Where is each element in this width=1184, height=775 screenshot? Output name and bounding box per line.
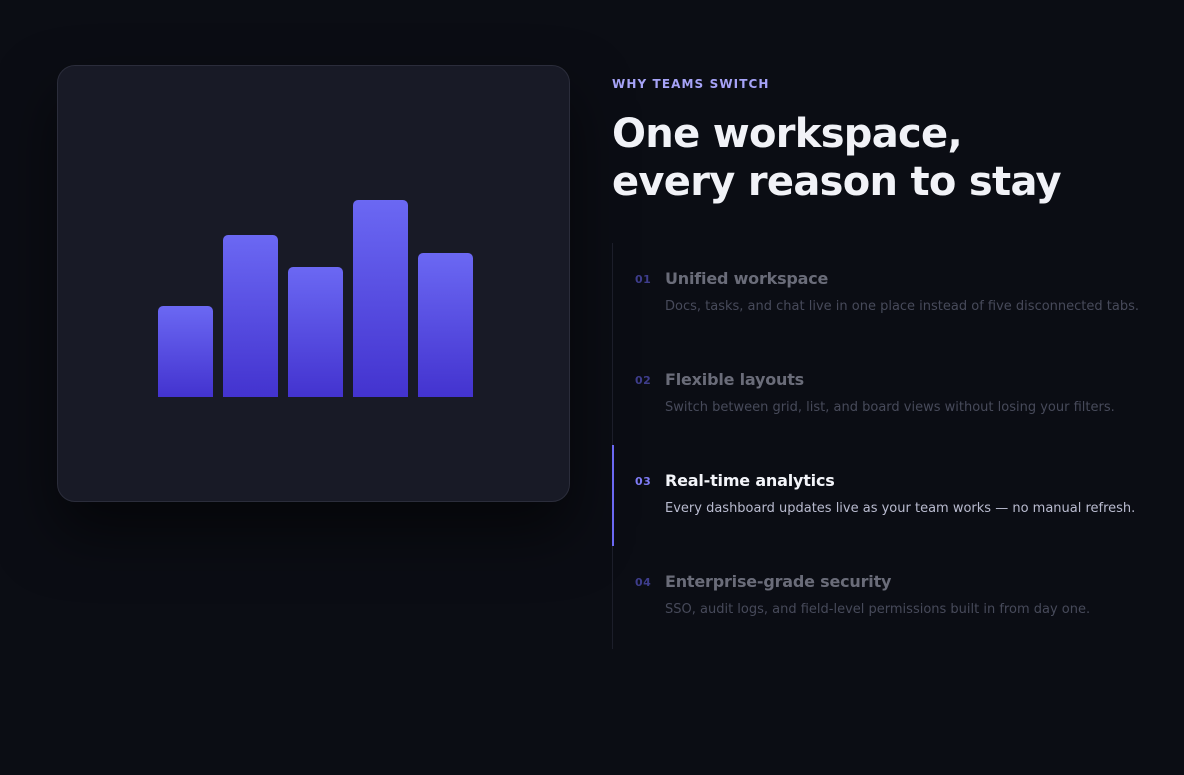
feature-description: Every dashboard updates live as your tea… [665, 501, 1136, 516]
feature-description: Switch between grid, list, and board vie… [665, 400, 1115, 415]
feature-number: 02 [635, 374, 652, 387]
illustration-bar [158, 306, 213, 397]
feature-list: 01 Unified workspace Docs, tasks, and ch… [612, 243, 1173, 649]
feature-number: 03 [635, 475, 652, 488]
feature-number: 01 [635, 273, 652, 286]
headline-line-1: One workspace, [612, 111, 963, 157]
page: WHY TEAMS SWITCH One workspace, every re… [0, 0, 1184, 775]
feature-item-enterprise-security[interactable]: 04 Enterprise-grade security SSO, audit … [613, 546, 1173, 647]
bar-chart-illustration [158, 200, 474, 397]
feature-item-real-time-analytics[interactable]: 03 Real-time analytics Every dashboard u… [612, 445, 1173, 546]
section-eyebrow: WHY TEAMS SWITCH [612, 77, 770, 91]
illustration-card [57, 65, 570, 502]
feature-item-unified-workspace[interactable]: 01 Unified workspace Docs, tasks, and ch… [613, 243, 1173, 344]
section-headline: One workspace, every reason to stay [612, 110, 1152, 206]
illustration-bar [288, 267, 343, 397]
feature-description: Docs, tasks, and chat live in one place … [665, 299, 1139, 314]
feature-title: Enterprise-grade security [665, 572, 892, 591]
headline-line-2: every reason to stay [612, 159, 1062, 205]
illustration-bar [223, 235, 278, 397]
feature-title: Real-time analytics [665, 471, 835, 490]
feature-number: 04 [635, 576, 652, 589]
feature-title: Flexible layouts [665, 370, 805, 389]
feature-description: SSO, audit logs, and field-level permiss… [665, 602, 1091, 617]
feature-title: Unified workspace [665, 269, 829, 288]
illustration-bar [418, 253, 473, 397]
feature-item-flexible-layouts[interactable]: 02 Flexible layouts Switch between grid,… [613, 344, 1173, 445]
illustration-bar [353, 200, 408, 397]
